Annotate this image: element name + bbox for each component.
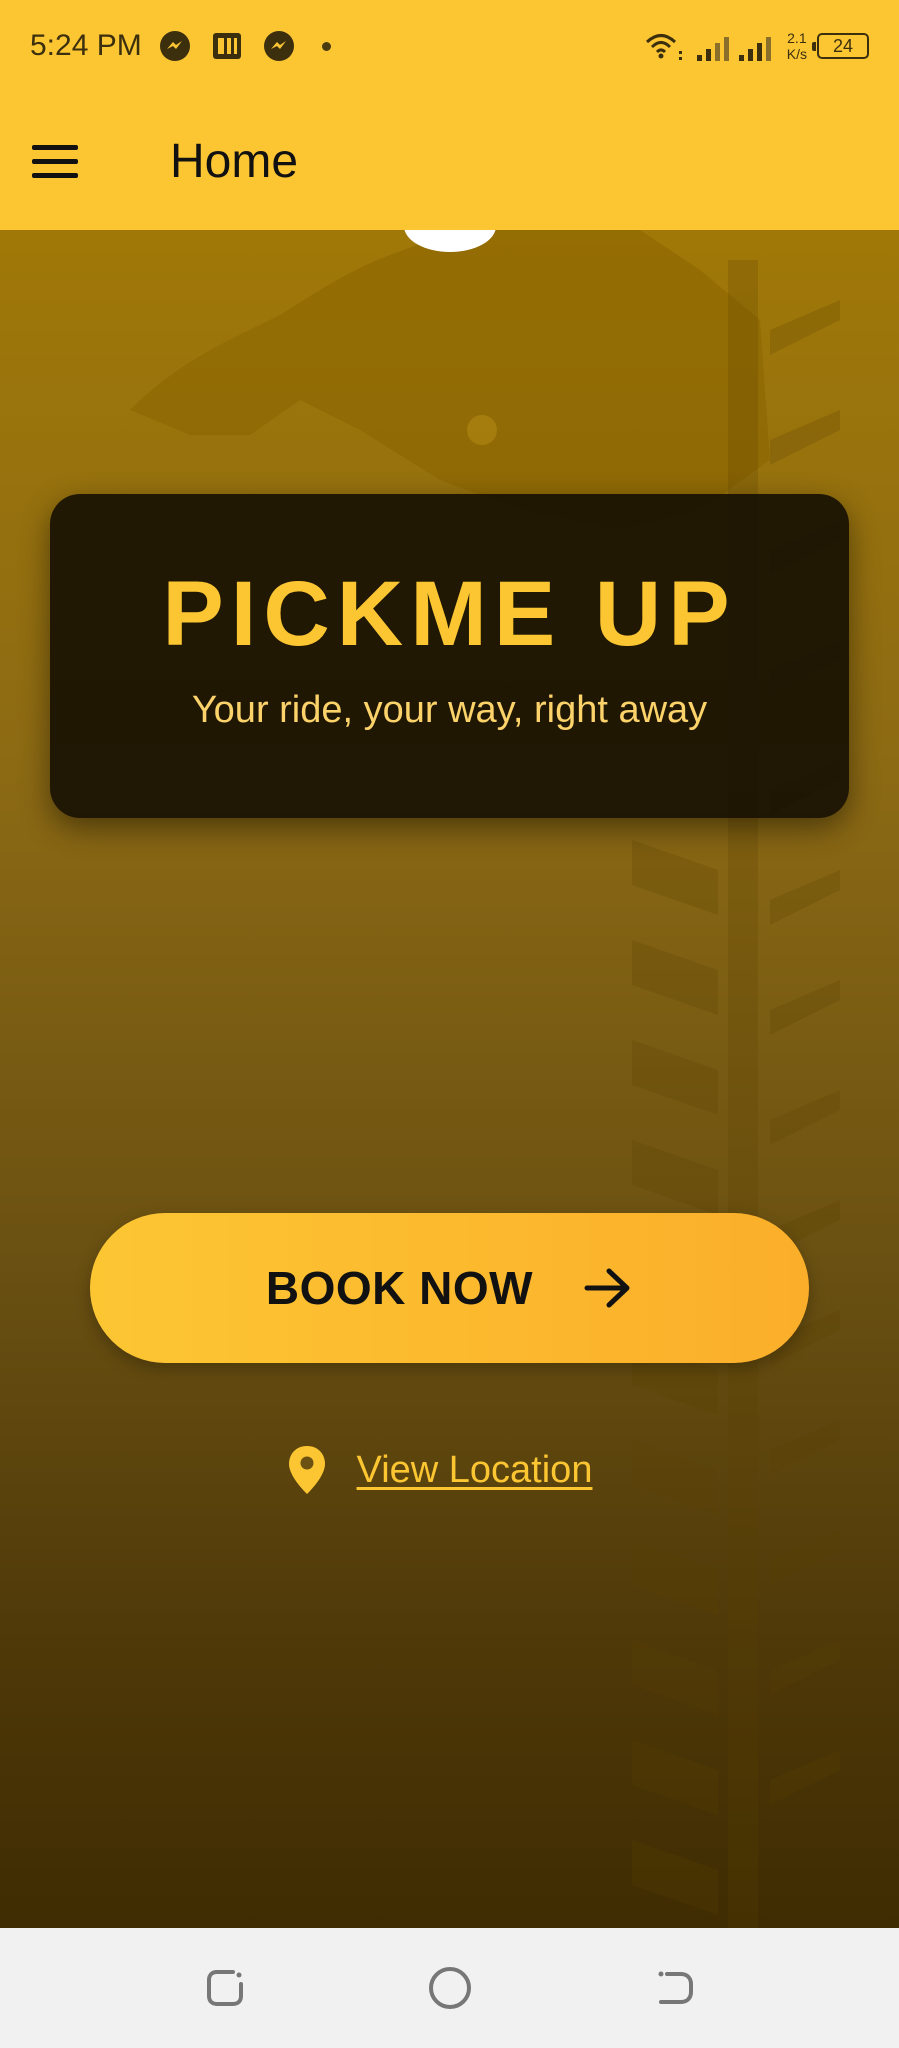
home-hero: PICKME UP Your ride, your way, right awa… xyxy=(0,230,899,1928)
battery-level: 24 xyxy=(832,35,854,56)
network-speed-unit: K/s xyxy=(786,46,807,62)
background-illustration xyxy=(130,230,840,1928)
location-pin-icon xyxy=(288,1446,325,1494)
arrow-right-icon xyxy=(584,1268,630,1308)
brand-card: PICKME UP Your ride, your way, right awa… xyxy=(50,494,849,818)
brand-title: PICKME UP xyxy=(162,563,737,665)
book-now-label: BOOK NOW xyxy=(265,1262,534,1314)
messenger-icon xyxy=(159,31,190,61)
page-title: Home xyxy=(170,134,299,188)
brand-tagline: Your ride, your way, right away xyxy=(191,689,708,731)
more-notifications-dot xyxy=(321,41,331,51)
network-speed: 2.1 K/s xyxy=(787,30,807,62)
status-time: 5:24 PM xyxy=(30,29,142,62)
back-icon xyxy=(658,1971,693,2004)
messenger-icon xyxy=(263,31,294,61)
view-location-link[interactable]: View Location xyxy=(357,1449,593,1492)
signal-icon xyxy=(696,37,771,61)
battery-icon: 24 xyxy=(812,33,869,59)
home-circle-icon xyxy=(429,1967,471,2009)
back-button[interactable] xyxy=(645,1958,705,2018)
status-right: 2.1 K/s 24 xyxy=(643,29,869,63)
app-notification-icon xyxy=(212,33,241,59)
network-speed-value: 2.1 xyxy=(787,30,807,46)
view-location-row: View Location xyxy=(0,1438,899,1502)
hamburger-menu-icon[interactable] xyxy=(32,128,98,194)
wifi-icon xyxy=(645,34,682,60)
home-button[interactable] xyxy=(420,1958,480,2018)
book-now-button[interactable]: BOOK NOW xyxy=(90,1213,809,1363)
app-bar: Home xyxy=(0,92,899,230)
screen: 5:24 PM 2.1 K/s 24 Home PICKME UP Your r… xyxy=(0,0,899,2048)
system-nav-bar xyxy=(0,1928,899,2048)
status-bar: 5:24 PM 2.1 K/s 24 xyxy=(0,0,899,92)
recent-apps-button[interactable] xyxy=(195,1958,255,2018)
notification-icons xyxy=(158,29,331,63)
recent-apps-icon xyxy=(207,1970,243,2006)
